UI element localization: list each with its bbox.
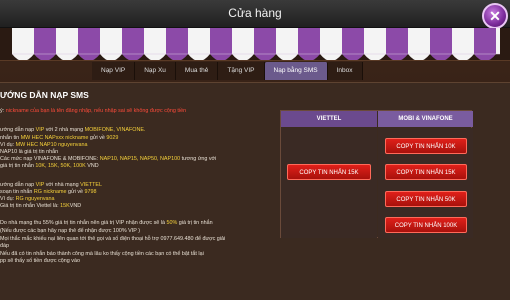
instruction-segment: VIETTEL [80, 182, 102, 188]
instruction-line: giá trị tin nhắn 10K, 15K, 50K, 100K VND [0, 163, 99, 169]
instruction-segment: với nhà mạng [44, 182, 81, 188]
instruction-segment: nickname của bạn là tên đăng nhập, nếu n… [5, 108, 187, 114]
instruction-segment: Ví dụ: [0, 196, 16, 202]
instruction-segment: nhắn tin [0, 135, 21, 141]
instruction-line: Ví dụ: RG nguyenvana [0, 196, 55, 202]
mobi-vina-header: MOBI & VINAFONE [378, 111, 473, 127]
instruction-line: nhắn tin MW HEC NAPxxx nickname gửi về 9… [0, 135, 118, 141]
instruction-segment: RG nickname [33, 189, 67, 195]
instruction-segment: Do nhà mạng thu 55% giá trị tin nhắn nên… [0, 220, 167, 226]
tab-nap-sms[interactable]: Nạp bằng SMS [264, 62, 328, 80]
instruction-segment: MOBIFONE, VINAFONE. [84, 127, 146, 133]
tab-inbox[interactable]: Inbox [327, 62, 363, 80]
instruction-line: Các mức nạp VINAFONE & MOBIFONE: NAP10, … [0, 156, 216, 162]
viettel-column [281, 128, 377, 238]
tab-nap-vip[interactable]: Nạp VIP [92, 62, 136, 80]
page-heading: ƯỚNG DẪN NẠP SMS [0, 90, 89, 100]
instruction-line: Mọi thắc mắc khiếu nại liên quan tới thẻ… [0, 236, 225, 242]
instruction-segment: 10K, 15K, 50K, 100K [35, 163, 86, 169]
instruction-segment: tương ứng với [180, 156, 217, 162]
copy-mobi-100k-button[interactable]: COPY TIN NHẮN 100K [385, 217, 467, 233]
instruction-line: soạn tin nhắn RG nickname gửi về 9798 [0, 189, 97, 195]
instruction-line: ướng dẫn nạp VIP với 2 nhà mạng MOBIFONE… [0, 127, 145, 133]
instruction-segment: Mọi thắc mắc khiếu nại liên quan tới thẻ… [0, 236, 226, 242]
copy-mobi-50k-button[interactable]: COPY TIN NHẮN 50K [385, 191, 467, 207]
instruction-line: ý: nickname của bạn là tên đăng nhập, nế… [0, 108, 186, 114]
tab-mua-the[interactable]: Mua thẻ [175, 62, 219, 80]
instruction-segment: Giá trị tin nhắn Viettel là: [0, 203, 61, 209]
price-table: VIETTEL MOBI & VINAFONE COPY TIN NHẮN 15… [280, 110, 473, 238]
copy-mobi-10k-button[interactable]: COPY TIN NHẮN 10K [385, 138, 467, 154]
instruction-segment: pp sẽ thấy số tiền được cộng vào [0, 258, 80, 264]
copy-mobi-15k-button[interactable]: COPY TIN NHẮN 15K [385, 164, 467, 180]
instruction-segment: ướng dẫn nạp [0, 182, 36, 188]
instruction-segment: là giá trị tin nhắn [17, 149, 59, 155]
instruction-segment: Các mức nạp VINAFONE & MOBIFONE: [0, 156, 100, 162]
instruction-segment: gửi về [88, 135, 107, 141]
instruction-line: (Nếu được các bạn hãy nạp thẻ để nhận đư… [0, 228, 140, 234]
instruction-line: đáp [0, 243, 9, 249]
instruction-segment: VIP [35, 127, 45, 133]
instruction-segment: ướng dẫn nạp [0, 127, 36, 133]
instruction-segment: NAP10, NAP15, NAP50, NAP100 [99, 156, 181, 162]
instruction-line: Giá trị tin nhắn Viettel là: 15KVND [0, 203, 81, 209]
instruction-segment: RG nguyenvana [15, 196, 55, 202]
instruction-segment: MW HEC NAPxxx nickname [20, 135, 89, 141]
tab-nap-xu[interactable]: Nạp Xu [135, 62, 176, 80]
tab-bar: Nạp VIP Nạp Xu Mua thẻ Tặng VIP Nạp bằng… [92, 62, 363, 80]
instruction-line: NAP10 là giá trị tin nhắn [0, 149, 58, 155]
instruction-segment: Nếu đã có tin nhắn báo thành công mà lâu… [0, 251, 204, 257]
instruction-segment: đáp [0, 243, 9, 249]
close-icon: ✕ [489, 8, 501, 24]
instruction-segment: VND [85, 163, 99, 169]
copy-viettel-15k-button[interactable]: COPY TIN NHẮN 15K [287, 164, 371, 180]
instruction-segment: gửi về [66, 189, 85, 195]
instruction-segment: giá trị tin nhắn [177, 220, 213, 226]
instruction-segment: (Nếu được các bạn hãy nạp thẻ để nhận đư… [0, 228, 141, 234]
instruction-line: Ví dụ: MW HEC NAP10 nguyenvana [0, 142, 88, 148]
instruction-segment: soạn tin nhắn [0, 189, 34, 195]
instruction-line: ướng dẫn nạp VIP với nhà mạng VIETTEL [0, 182, 102, 188]
instruction-segment: 9798 [84, 189, 97, 195]
instruction-segment: MW HEC NAP10 nguyenvana [15, 142, 88, 148]
instruction-segment: Ví dụ: [0, 142, 16, 148]
window-title: Cửa hàng [228, 6, 282, 20]
title-bar: Cửa hàng ✕ [0, 0, 510, 29]
instruction-segment: 15K [60, 203, 70, 209]
instruction-line: pp sẽ thấy số tiền được cộng vào [0, 258, 80, 264]
instruction-line: Nếu đã có tin nhắn báo thành công mà lâu… [0, 251, 204, 257]
instruction-segment: VIP [35, 182, 45, 188]
close-button[interactable]: ✕ [482, 3, 508, 29]
instruction-segment: 50% [166, 220, 178, 226]
instruction-segment: VND [69, 203, 82, 209]
instruction-segment: giá trị tin nhắn [0, 163, 36, 169]
tab-tang-vip[interactable]: Tặng VIP [218, 62, 265, 80]
instruction-segment: 9029 [106, 135, 119, 141]
instruction-line: Do nhà mạng thu 55% giá trị tin nhắn nên… [0, 220, 213, 226]
instruction-segment: NAP10 [0, 149, 18, 155]
instruction-segment: với 2 nhà mạng [44, 127, 85, 133]
viettel-header: VIETTEL [281, 111, 377, 127]
